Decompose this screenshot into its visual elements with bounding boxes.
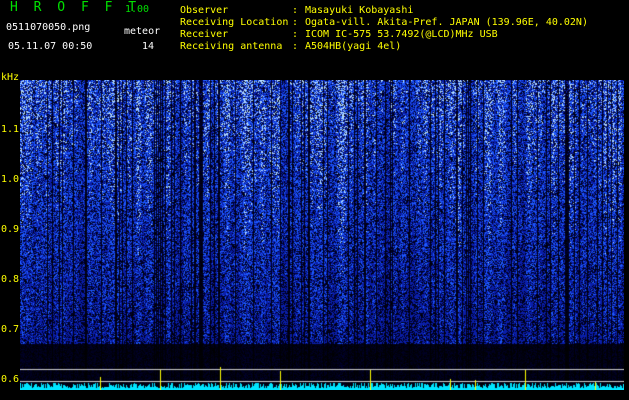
info-separator: : (292, 17, 299, 28)
info-value-location: Ogata-vill. Akita-Pref. JAPAN (139.96E, … (305, 17, 588, 28)
y-tick-label: 0.8 (1, 274, 20, 285)
meteor-count: 14 (142, 41, 155, 52)
info-value-antenna: A504HB(yagi 4el) (305, 41, 402, 52)
info-value-observer: Masayuki Kobayashi (305, 5, 414, 16)
filename: 0511070050.png (6, 22, 91, 33)
y-axis-unit: kHz (1, 72, 20, 83)
y-tick-label: 0.6 (1, 374, 20, 385)
info-separator: : (292, 5, 299, 16)
info-separator: : (292, 29, 299, 40)
y-tick-label: 1.1 (1, 124, 20, 135)
app-title: H R O F F T (10, 0, 141, 15)
y-tick-label: 0.9 (1, 224, 20, 235)
info-value-receiver: ICOM IC-575 53.7492(@LCD)MHz USB (305, 29, 498, 40)
info-label-observer: Observer (180, 5, 229, 16)
datetime: 05.11.07 00:50 (8, 41, 93, 52)
info-label-location: Receiving Location (180, 17, 289, 28)
info-label-antenna: Receiving antenna (180, 41, 283, 52)
app-version: 1.00 (125, 4, 150, 15)
info-label-receiver: Receiver (180, 29, 229, 40)
y-tick-label: 0.7 (1, 324, 20, 335)
y-tick-label: 1.0 (1, 174, 20, 185)
meteor-label: meteor (124, 26, 161, 37)
info-separator: : (292, 41, 299, 52)
spectrogram (20, 80, 624, 390)
